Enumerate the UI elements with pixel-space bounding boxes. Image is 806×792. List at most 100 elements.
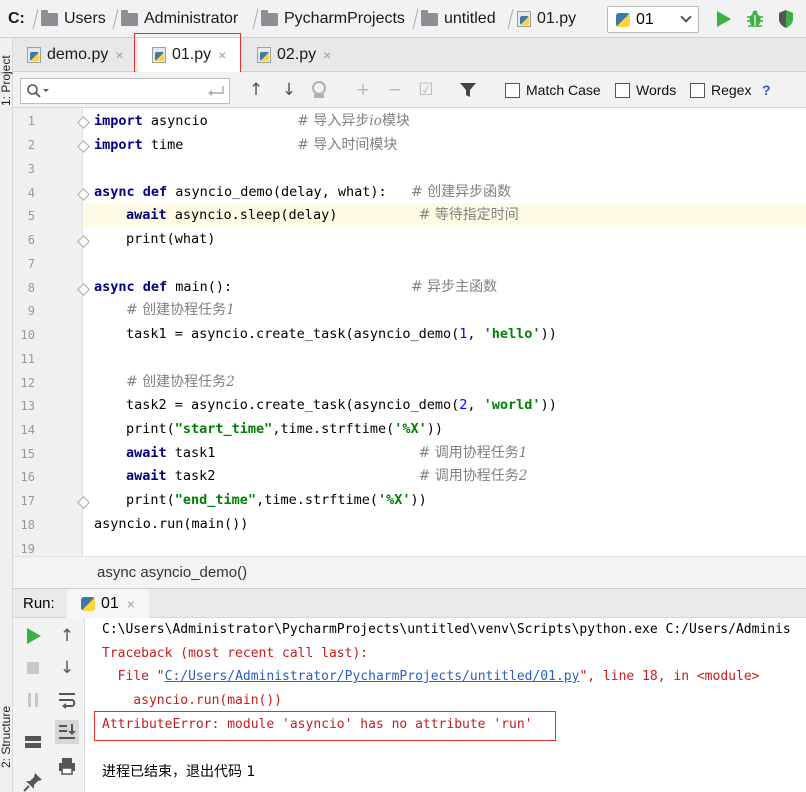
debug-icon[interactable] (745, 9, 765, 29)
comment: # 创建协程任务 (126, 302, 227, 318)
comment: io (369, 113, 382, 129)
python-file-icon (27, 47, 41, 63)
keyword: await (126, 207, 167, 223)
find-toolbar: ↑ ↓ + − ☑ Match Case Words Regex ? (13, 72, 806, 108)
scroll-up-icon[interactable]: ↑ (55, 624, 79, 648)
select-all-occurrences-icon[interactable]: ☑ (416, 80, 436, 100)
checkbox-box[interactable] (505, 82, 520, 98)
code-text: , (467, 326, 484, 342)
scroll-to-end-icon[interactable] (55, 720, 79, 744)
code-text: asyncio.sleep(delay) (166, 207, 419, 223)
run-console-output[interactable]: C:\Users\Administrator\PycharmProjects\u… (86, 618, 806, 792)
project-label: 1: Project (0, 55, 13, 106)
folder-icon (41, 9, 58, 26)
project-tool-window-button[interactable]: 1: Project (0, 55, 13, 106)
keyword: import (94, 113, 143, 129)
words-checkbox[interactable]: Words (615, 81, 676, 99)
tab-demo-py[interactable]: demo.py × (13, 38, 135, 72)
enter-icon (208, 86, 224, 96)
line-number: 5 (27, 209, 35, 223)
code-text: task2 = asyncio.create_task(asyncio_demo… (126, 397, 460, 413)
code-editor[interactable]: 1 2 3 4 5 6 7 8 9 10 11 12 13 14 15 16 1… (13, 108, 806, 556)
breadcrumb-separator (107, 9, 119, 29)
pin-icon[interactable] (21, 770, 45, 792)
breadcrumb-separator (27, 9, 39, 29)
keyword: async def (94, 184, 168, 200)
keyword: import (94, 137, 143, 153)
breadcrumb-pycharmprojects[interactable]: PycharmProjects (261, 8, 405, 30)
run-tab-01[interactable]: 01 × (67, 589, 149, 618)
breadcrumb-separator (407, 9, 419, 29)
folder-icon (121, 9, 138, 26)
comment: # 导入时间模块 (297, 137, 398, 153)
add-selection-icon[interactable]: + (353, 80, 373, 100)
folder-icon (261, 9, 278, 26)
run-icon[interactable] (713, 9, 733, 29)
next-occurrence-icon[interactable]: ↓ (279, 80, 299, 100)
line-number: 16 (20, 470, 35, 484)
search-input[interactable] (55, 81, 195, 101)
breadcrumb-administrator[interactable]: Administrator (121, 8, 238, 30)
line-number: 10 (20, 328, 35, 342)
line-number: 8 (27, 281, 35, 295)
coverage-icon[interactable] (776, 9, 796, 29)
layout-icon[interactable] (21, 730, 45, 754)
code-line-6: print(what) (126, 228, 215, 250)
match-case-checkbox[interactable]: Match Case (505, 81, 601, 99)
comment: # 创建异步函数 (411, 184, 512, 200)
find-all-icon[interactable] (310, 80, 330, 100)
run-panel-title: Run: (23, 595, 55, 612)
regex-help-link[interactable]: ? (762, 81, 771, 99)
drive-label: C: (8, 10, 25, 27)
code-line-4: async def asyncio_demo(delay, what): # 创… (94, 181, 511, 203)
code-text: ,time.strftime( (256, 492, 378, 508)
breadcrumb-label: 01.py (537, 10, 577, 27)
pause-icon[interactable] (21, 688, 45, 712)
close-icon[interactable]: × (323, 47, 331, 63)
tab-01-py[interactable]: 01.py × (138, 38, 240, 72)
search-icon[interactable] (26, 83, 50, 99)
scroll-down-icon[interactable]: ↓ (55, 656, 79, 680)
breadcrumb-file[interactable]: 01.py (517, 8, 576, 30)
soft-wrap-icon[interactable] (55, 688, 79, 712)
breadcrumb-users[interactable]: Users (41, 8, 106, 30)
checkbox-box[interactable] (690, 82, 705, 98)
tab-label: 01.py (172, 46, 212, 63)
comment: 模块 (381, 113, 410, 129)
code-line-17: print("end_time",time.strftime('%X')) (126, 489, 427, 511)
chevron-down-icon (680, 11, 692, 23)
close-icon[interactable]: × (218, 47, 226, 63)
filter-icon[interactable] (458, 80, 478, 100)
run-configuration-select[interactable]: 01 (607, 6, 699, 33)
rerun-icon[interactable] (21, 624, 45, 648)
print-icon[interactable] (55, 754, 79, 778)
comment: # 异步主函数 (411, 279, 498, 295)
remove-selection-icon[interactable]: − (385, 80, 405, 100)
close-icon[interactable]: × (115, 47, 123, 63)
stop-icon[interactable] (21, 656, 45, 680)
line-number: 12 (20, 376, 35, 390)
words-label: Words (636, 82, 677, 98)
traceback-file-link[interactable]: C:/Users/Administrator/PycharmProjects/u… (165, 669, 580, 684)
comment: 1 (518, 445, 528, 461)
code-text: asyncio.run(main()) (94, 516, 249, 532)
tab-02-py[interactable]: 02.py × (243, 38, 343, 72)
line-number: 19 (20, 542, 35, 556)
breadcrumb-function[interactable]: async asyncio_demo() (97, 564, 247, 581)
line-number-gutter[interactable]: 1 2 3 4 5 6 7 8 9 10 11 12 13 14 15 16 1… (13, 108, 83, 556)
editor-breadcrumb[interactable]: async asyncio_demo() (13, 556, 806, 588)
regex-checkbox[interactable]: Regex (690, 81, 751, 99)
python-file-icon (257, 47, 271, 63)
code-text: print( (126, 421, 175, 437)
previous-occurrence-icon[interactable]: ↑ (246, 80, 266, 100)
line-number: 13 (20, 399, 35, 413)
breadcrumb-drive[interactable]: C: (8, 8, 25, 30)
code-text: time (142, 137, 298, 153)
code-line-15: await task1 # 调用协程任务1 (126, 442, 527, 464)
string-literal: "start_time" (174, 421, 273, 437)
structure-tool-window-button[interactable]: 2: Structure (0, 706, 13, 768)
breadcrumb-untitled[interactable]: untitled (421, 8, 496, 30)
line-number: 7 (27, 257, 35, 271)
close-icon[interactable]: × (127, 596, 135, 612)
checkbox-box[interactable] (615, 82, 630, 98)
